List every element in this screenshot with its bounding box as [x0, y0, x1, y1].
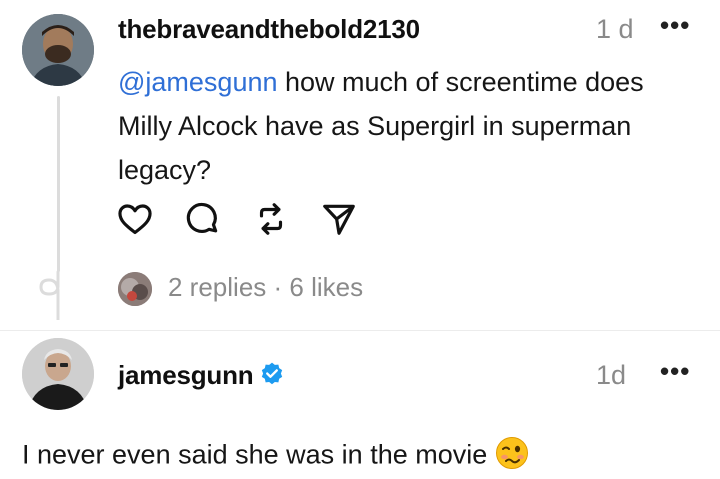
reply-timestamp: 1d [596, 360, 627, 390]
reply-body: I never even said she was in the movie [22, 436, 529, 477]
repost-icon[interactable] [252, 200, 290, 240]
comment-icon[interactable] [184, 200, 222, 240]
post-username[interactable]: thebraveandthebold2130 [118, 14, 420, 45]
reply-text: I never even said she was in the movie [22, 439, 488, 470]
thread-curl-icon [39, 270, 60, 320]
reply-more-options-icon[interactable]: ••• [660, 356, 690, 387]
divider [0, 330, 720, 331]
post-body: @jamesgunn how much of screentime does M… [118, 60, 698, 192]
post-actions [116, 200, 358, 240]
heart-icon[interactable] [116, 200, 154, 240]
thread-line [57, 96, 60, 272]
share-icon[interactable] [320, 200, 358, 240]
reply-username-row: jamesgunn [118, 360, 285, 394]
more-options-icon[interactable]: ••• [660, 10, 690, 41]
reply-avatar[interactable] [118, 272, 152, 306]
mention-link[interactable]: @jamesgunn [118, 67, 278, 97]
avatar-jamesgunn[interactable] [22, 338, 94, 410]
post-timestamp: 1 d [596, 14, 634, 44]
woozy-face-icon [495, 436, 529, 477]
reply-username[interactable]: jamesgunn [118, 360, 254, 390]
post-stats[interactable]: 2 replies · 6 likes [168, 272, 363, 303]
verified-badge-icon [259, 361, 285, 394]
avatar-thebraveandthebold2130[interactable] [22, 14, 94, 86]
